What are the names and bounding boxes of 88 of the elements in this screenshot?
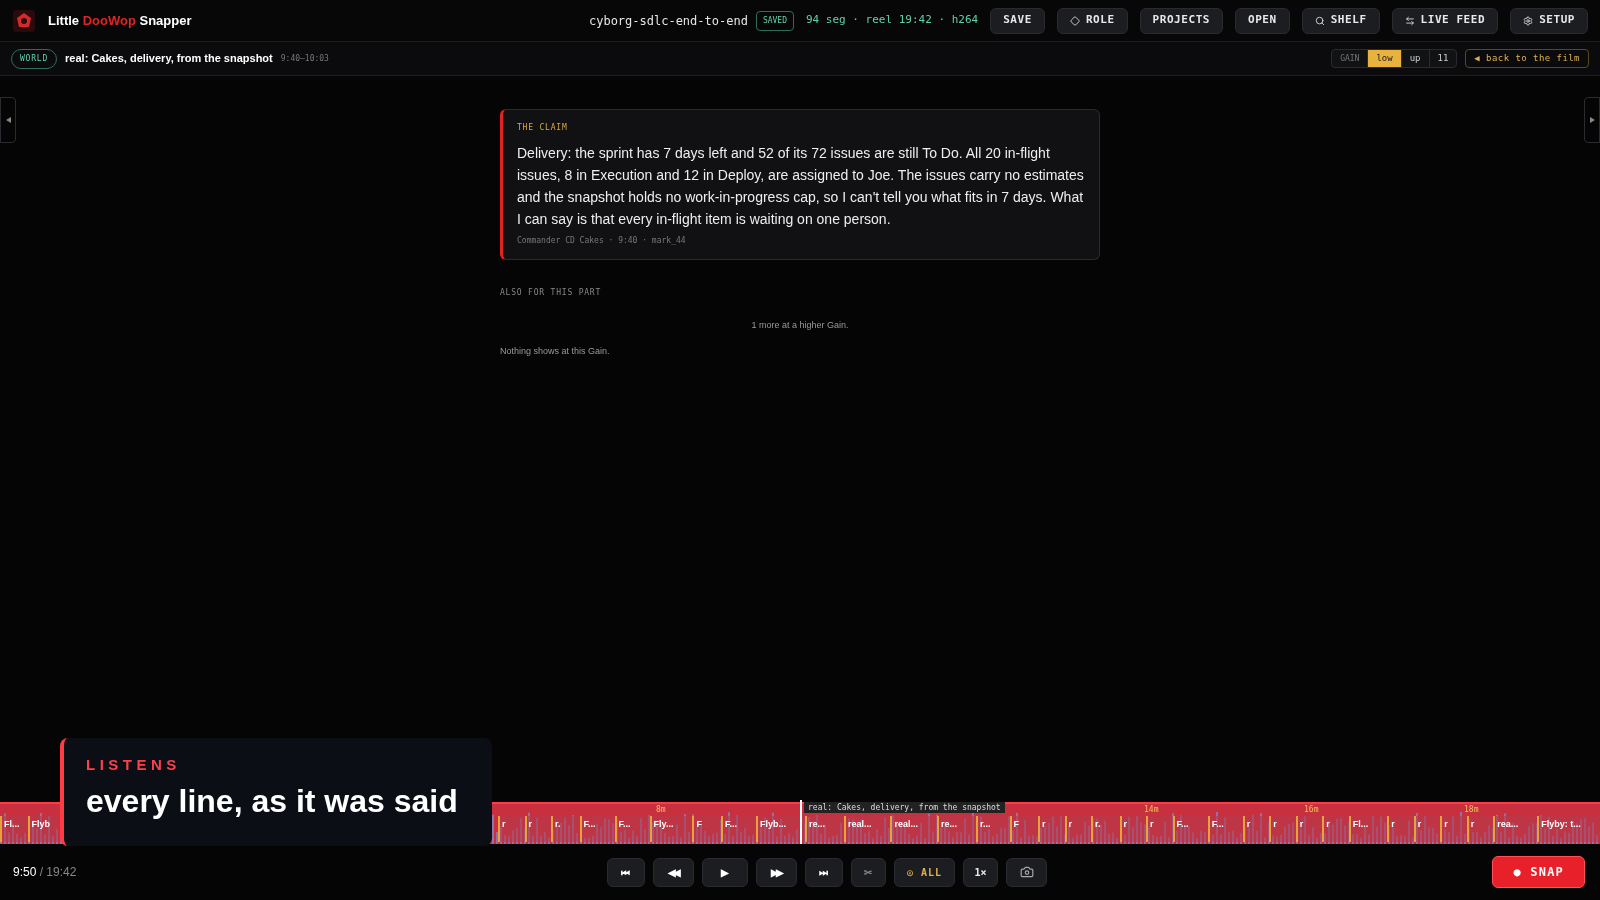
timeline-segment[interactable]: Flyb — [27, 816, 58, 842]
left-arrow-icon — [5, 117, 11, 123]
timeline-segment[interactable]: F... — [614, 816, 650, 842]
timeline-segment[interactable]: re... — [937, 816, 976, 842]
camera-icon — [1019, 865, 1034, 879]
header-button[interactable]: SAVE — [990, 7, 1045, 34]
timeline-segment[interactable]: r — [1119, 816, 1147, 842]
timeline-segment[interactable]: r — [1466, 816, 1494, 842]
caption-text: every line, as it was said — [86, 781, 459, 821]
header-button[interactable]: SHELF — [1301, 7, 1380, 34]
snap-button[interactable]: ● SNAP — [1492, 856, 1585, 888]
timeline-segment[interactable]: r — [1064, 816, 1092, 842]
timeline-segment[interactable]: Flyb... — [755, 816, 805, 842]
timeline-segment[interactable]: r — [498, 816, 525, 842]
timeline-segment[interactable]: r — [1242, 816, 1270, 842]
timeline-segment[interactable]: r — [1269, 816, 1296, 842]
current-time: 9:50 — [13, 865, 37, 879]
all-toggle[interactable]: ◎ ALL — [893, 857, 956, 887]
timeline-segment[interactable]: r — [524, 816, 552, 842]
gain-label: GAIN — [1339, 52, 1361, 65]
timeline-segment[interactable]: real... — [890, 816, 937, 842]
also-heading: ALSO FOR THIS PART — [500, 287, 603, 299]
project-stats: 94 seg · reel 19:42 · h264 — [806, 12, 979, 29]
empty-note: Nothing shows at this Gain. — [500, 344, 611, 358]
more-note: 1 more at a higher Gain. — [750, 319, 850, 332]
timeline-tick-label: 16m — [1304, 805, 1319, 814]
timeline-segment[interactable]: rea... — [1493, 816, 1538, 842]
timeline-segment[interactable]: r... — [976, 816, 1010, 842]
caption-label: LISTENS — [86, 755, 182, 775]
project-name: cyborg-sdlc-end-to-end — [588, 12, 748, 30]
app-title: Little DooWop Snapper — [48, 11, 192, 30]
header-button[interactable]: SETUP — [1510, 7, 1588, 34]
timeline-segment[interactable]: Fly... — [649, 816, 693, 842]
timeline-segment[interactable]: r — [1440, 816, 1467, 842]
timeline-segment[interactable]: r — [1146, 816, 1173, 842]
gain-option[interactable]: 11 — [1428, 50, 1457, 67]
timeline-segment[interactable]: r — [1387, 816, 1414, 842]
right-panel-toggle[interactable] — [1584, 97, 1600, 143]
timeline-segment[interactable]: r — [1038, 816, 1065, 842]
timeline-segment[interactable]: F — [1009, 816, 1039, 842]
timeline-segment[interactable]: Fl... — [1348, 816, 1388, 842]
snapshot-button[interactable] — [1006, 857, 1048, 887]
timeline-segment[interactable]: re... — [804, 816, 844, 842]
saved-badge: SAVED — [755, 10, 794, 31]
cut-button[interactable]: ✂ — [850, 857, 886, 887]
back-to-film-link[interactable]: ◀ back to the film — [1465, 49, 1589, 68]
timeline-segment[interactable]: Fl... — [0, 816, 28, 842]
timeline-segment[interactable]: F — [692, 816, 721, 842]
timeline-segment[interactable]: F... — [1207, 816, 1243, 842]
header-button[interactable]: OPEN — [1235, 7, 1290, 34]
timeline-segment[interactable]: real... — [843, 816, 891, 842]
forward-button[interactable]: ▶▶ — [755, 857, 797, 887]
scene-time-range: 9:40–10:03 — [280, 52, 329, 65]
speed-button[interactable]: 1× — [963, 857, 999, 887]
play-button[interactable]: ▶ — [701, 857, 748, 887]
diamond-icon — [1069, 15, 1080, 26]
timeline-segment[interactable]: F... — [1172, 816, 1208, 842]
total-time: / 19:42 — [39, 865, 77, 879]
rewind-button[interactable]: ◀◀ — [652, 857, 694, 887]
header-button[interactable]: LIVE FEED — [1391, 7, 1499, 34]
timeline-tick-label: 14m — [1144, 805, 1159, 814]
claim-text: Delivery: the sprint has 7 days left and 52 of its 72 issues are still To Do. All 20 in-flight issues, 8 in Execution and 12 in Deploy, are assigned to Joe. The issues carry no estimates and the snapshot holds no work-in-progress cap, so I can't tell you what fits in 7 days. What I can say is that every in-flight item is waiting on one person. — [517, 144, 1085, 229]
left-panel-toggle[interactable] — [0, 97, 16, 143]
claim-meta: Commander CD Cakes · 9:40 · mark_44 — [517, 235, 687, 247]
scene-title: real: Cakes, delivery, from the snapshot — [65, 51, 273, 67]
skip-back-button[interactable]: ⏮ — [606, 857, 645, 887]
timeline-segment[interactable]: F... — [720, 816, 756, 842]
timeline-tick-label: 18m — [1464, 805, 1479, 814]
logo-icon — [12, 8, 36, 33]
claim-heading: THE CLAIM — [517, 122, 569, 134]
timeline-segment[interactable]: r. — [1091, 816, 1120, 842]
timeline-segment[interactable]: r — [1322, 816, 1349, 842]
search-icon — [1314, 15, 1325, 26]
header-button[interactable]: PROJECTS — [1139, 7, 1223, 34]
gain-option[interactable]: low — [1367, 50, 1401, 67]
timeline-segment[interactable]: r. — [551, 816, 580, 842]
settings-icon — [1523, 15, 1534, 26]
swap-arrows-icon — [1404, 15, 1415, 26]
right-arrow-icon — [1589, 117, 1595, 123]
timeline-segment[interactable]: r — [1295, 816, 1323, 842]
timeline-tick-label: 8m — [656, 805, 666, 814]
gain-option[interactable]: up — [1400, 50, 1429, 67]
timeline-segment[interactable]: Flyby: t... — [1537, 816, 1600, 842]
header-button[interactable]: ROLE — [1056, 7, 1128, 34]
timeline-segment[interactable]: r — [1413, 816, 1441, 842]
timeline-segment[interactable]: F... — [579, 816, 615, 842]
skip-forward-button[interactable]: ⏭ — [804, 857, 843, 887]
playhead-tooltip: real: Cakes, delivery, from the snapshot — [804, 802, 1005, 813]
